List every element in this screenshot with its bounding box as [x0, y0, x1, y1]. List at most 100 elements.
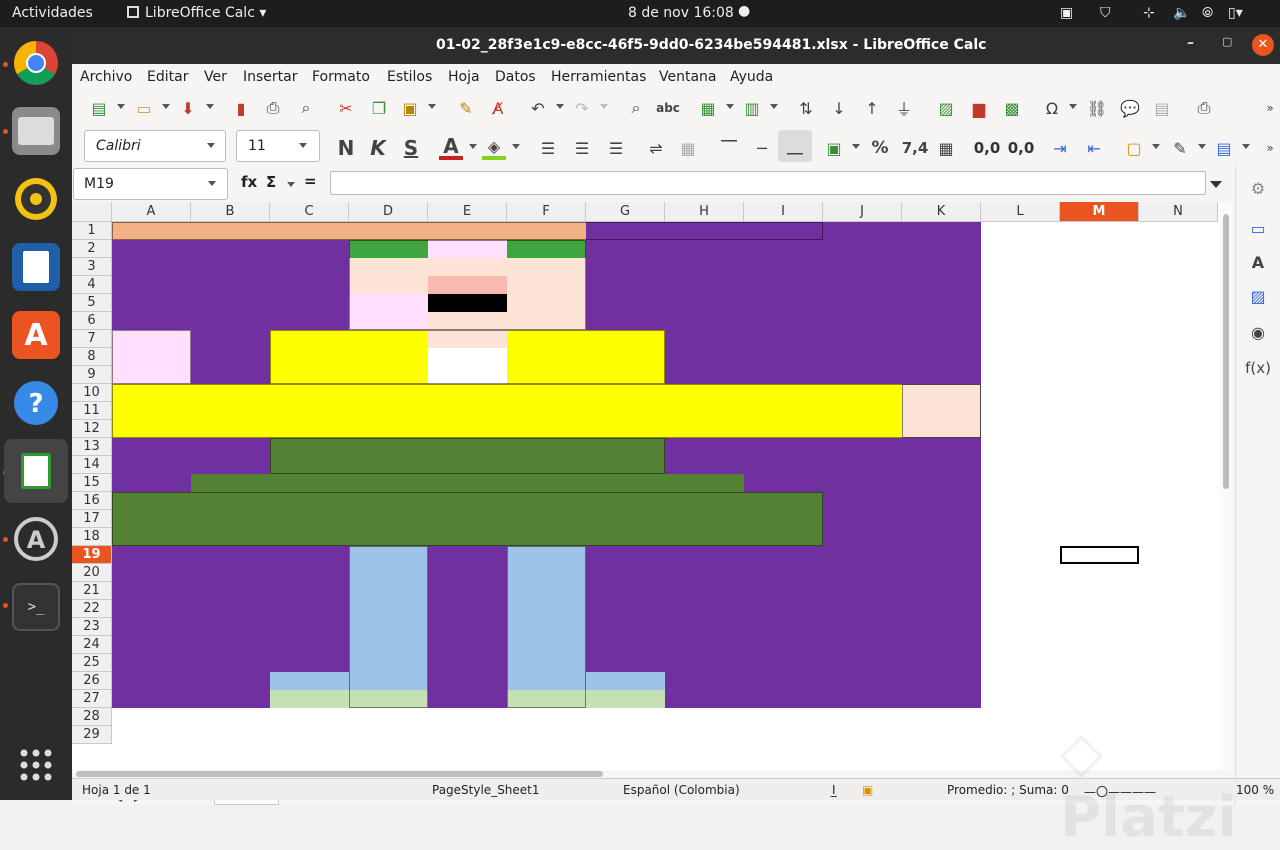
column-header-J[interactable]: J: [823, 202, 902, 222]
column-header-H[interactable]: H: [665, 202, 744, 222]
chevron-down-icon[interactable]: [726, 104, 734, 109]
cut-icon[interactable]: ✂: [334, 96, 358, 120]
app-grid-icon[interactable]: [12, 741, 60, 789]
column-header-E[interactable]: E: [428, 202, 507, 222]
currency-icon[interactable]: ▣: [822, 136, 846, 160]
chevron-down-icon[interactable]: [299, 143, 307, 148]
sort-ascending-icon[interactable]: ↓: [827, 96, 851, 120]
align-top-icon[interactable]: ⎺: [717, 136, 741, 160]
minimize-icon[interactable]: –: [1187, 35, 1194, 51]
underline-button[interactable]: S: [399, 136, 423, 160]
column-header-L[interactable]: L: [981, 202, 1060, 222]
chevron-down-icon[interactable]: [852, 144, 860, 149]
more-options-icon[interactable]: »: [1258, 136, 1280, 160]
chevron-down-icon[interactable]: [1198, 144, 1206, 149]
chevron-down-icon[interactable]: [1069, 104, 1077, 109]
column-header-G[interactable]: G: [586, 202, 665, 222]
shield-icon[interactable]: ⛉: [1100, 5, 1111, 21]
sort-descending-icon[interactable]: ↑: [860, 96, 884, 120]
sum-button[interactable]: Σ: [266, 173, 276, 191]
wrap-text-icon[interactable]: ⇌: [644, 136, 668, 160]
menu-herramientas[interactable]: Herramientas: [551, 69, 646, 85]
activities-button[interactable]: Actividades: [12, 5, 93, 21]
name-box[interactable]: M19: [73, 168, 228, 200]
formula-input[interactable]: [330, 171, 1206, 195]
column-header-C[interactable]: C: [270, 202, 349, 222]
properties-icon[interactable]: ▭: [1246, 216, 1270, 240]
align-middle-icon[interactable]: ─: [750, 136, 774, 160]
align-left-icon[interactable]: ☰: [536, 136, 560, 160]
chevron-down-icon[interactable]: [1242, 144, 1250, 149]
row-header-16[interactable]: 16: [72, 492, 112, 510]
vertical-scroll-thumb[interactable]: [1223, 214, 1229, 489]
row-header-20[interactable]: 20: [72, 564, 112, 582]
row-header-17[interactable]: 17: [72, 510, 112, 528]
row-header-22[interactable]: 22: [72, 600, 112, 618]
maximize-icon[interactable]: ▢: [1222, 35, 1232, 48]
new-document-icon[interactable]: ▤: [87, 96, 111, 120]
row-header-29[interactable]: 29: [72, 726, 112, 744]
sort-icon[interactable]: ⇅: [794, 96, 818, 120]
print-icon[interactable]: ⎙: [261, 96, 285, 120]
chevron-down-icon[interactable]: [770, 104, 778, 109]
chevron-down-icon[interactable]: [428, 104, 436, 109]
column-icon[interactable]: ▥: [740, 96, 764, 120]
menu-hoja[interactable]: Hoja: [448, 69, 480, 85]
close-icon[interactable]: ✕: [1252, 34, 1274, 56]
more-options-icon[interactable]: »: [1258, 96, 1280, 120]
find-replace-icon[interactable]: ⌕: [624, 96, 648, 120]
row-header-3[interactable]: 3: [72, 258, 112, 276]
align-bottom-icon[interactable]: ⎽: [778, 130, 812, 162]
add-decimal-button[interactable]: 0,0: [972, 136, 1002, 160]
row-header-21[interactable]: 21: [72, 582, 112, 600]
chevron-down-icon[interactable]: [469, 144, 477, 149]
menu-ventana[interactable]: Ventana: [659, 69, 717, 85]
vertical-scrollbar[interactable]: [1220, 202, 1232, 770]
chevron-down-icon[interactable]: [117, 104, 125, 109]
menu-editar[interactable]: Editar: [147, 69, 188, 85]
chevron-down-icon[interactable]: [512, 144, 520, 149]
redo-icon[interactable]: ↷: [570, 96, 594, 120]
column-header-F[interactable]: F: [507, 202, 586, 222]
hyperlink-icon[interactable]: ⛓: [1085, 96, 1109, 120]
column-header-M[interactable]: M: [1060, 202, 1139, 222]
files-icon[interactable]: [12, 107, 60, 155]
highlight-color-icon[interactable]: ◈: [482, 136, 506, 160]
date-format-icon[interactable]: ▦: [934, 136, 958, 160]
italic-button[interactable]: K: [366, 136, 390, 160]
align-right-icon[interactable]: ☰: [604, 136, 628, 160]
chevron-down-icon[interactable]: [162, 104, 170, 109]
row-header-19[interactable]: 19: [72, 546, 112, 564]
chevron-down-icon[interactable]: [208, 181, 216, 186]
calc-icon[interactable]: [4, 439, 68, 503]
chevron-down-icon[interactable]: [600, 104, 608, 109]
selection-mode-icon[interactable]: I̲: [832, 783, 836, 797]
delete-decimal-button[interactable]: 0,0: [1006, 136, 1036, 160]
decrease-indent-icon[interactable]: ⇤: [1082, 136, 1106, 160]
comment-icon[interactable]: 💬: [1118, 96, 1142, 120]
chevron-down-icon[interactable]: [287, 182, 295, 187]
column-header-N[interactable]: N: [1139, 202, 1218, 222]
clear-formatting-icon[interactable]: A̸: [486, 96, 510, 120]
battery-icon[interactable]: ▯▾: [1228, 5, 1243, 21]
row-header-10[interactable]: 10: [72, 384, 112, 402]
function-wizard-button[interactable]: fx: [241, 173, 257, 191]
row-header-5[interactable]: 5: [72, 294, 112, 312]
column-header-D[interactable]: D: [349, 202, 428, 222]
font-size-box[interactable]: 11: [236, 130, 320, 162]
autofilter-icon[interactable]: ⏚: [892, 96, 916, 120]
column-header-B[interactable]: B: [191, 202, 270, 222]
menu-archivo[interactable]: Archivo: [80, 69, 132, 85]
merge-cells-icon[interactable]: ▦: [676, 136, 700, 160]
writer-icon[interactable]: [12, 243, 60, 291]
gallery-icon[interactable]: ▨: [1246, 284, 1270, 308]
help-icon[interactable]: ?: [12, 379, 60, 427]
row-header-12[interactable]: 12: [72, 420, 112, 438]
open-folder-icon[interactable]: ▭: [132, 96, 156, 120]
pivot-table-icon[interactable]: ▩: [1000, 96, 1024, 120]
row-header-11[interactable]: 11: [72, 402, 112, 420]
navigator-icon[interactable]: ◉: [1246, 320, 1270, 344]
chevron-down-icon[interactable]: [556, 104, 564, 109]
camera-icon[interactable]: ▣: [1060, 5, 1073, 21]
menu-estilos[interactable]: Estilos: [387, 69, 432, 85]
